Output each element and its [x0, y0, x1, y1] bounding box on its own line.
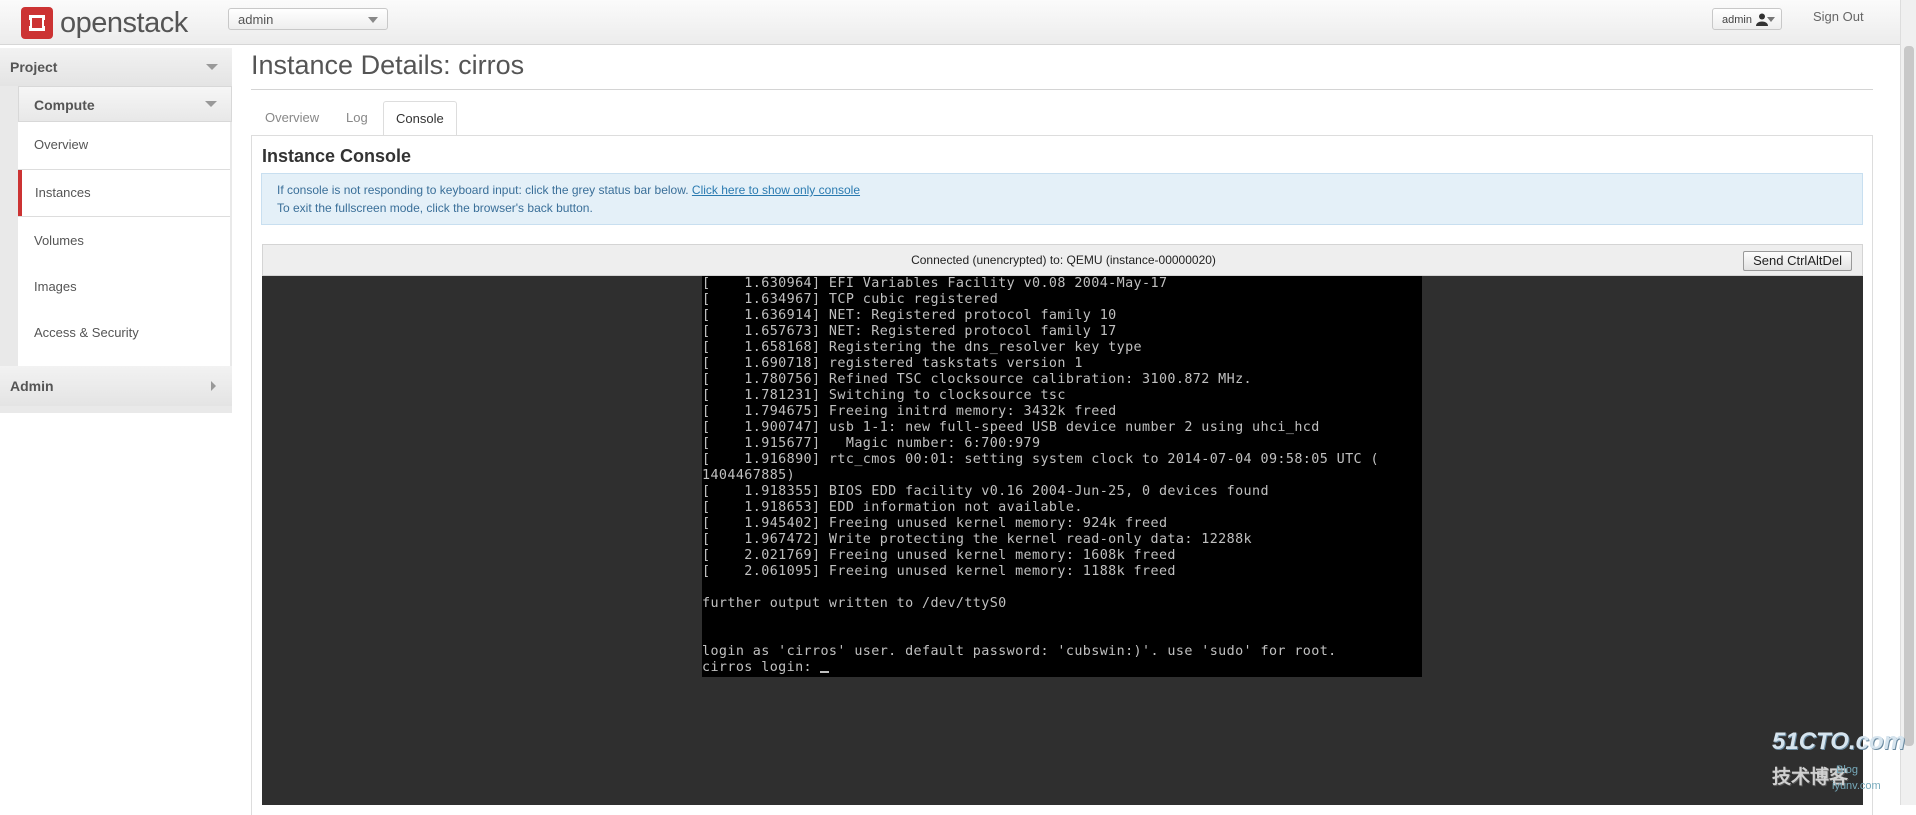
console-status-text: Connected (unencrypted) to: QEMU (instan…: [911, 253, 1216, 267]
tab-overview[interactable]: Overview: [265, 101, 319, 135]
send-ctrl-alt-del-button[interactable]: Send CtrlAltDel: [1743, 251, 1852, 271]
terminal-line: [ 1.657673] NET: Registered protocol fam…: [702, 324, 1117, 339]
info-line-2: To exit the fullscreen mode, click the b…: [277, 201, 593, 215]
brand-name: openstack: [60, 6, 188, 39]
console-status-bar[interactable]: Connected (unencrypted) to: QEMU (instan…: [262, 244, 1863, 276]
terminal-line: [ 1.780756] Refined TSC clocksource cali…: [702, 372, 1253, 387]
terminal-line: [ 2.021769] Freeing unused kernel memory…: [702, 548, 1176, 563]
terminal-line: [ 1.794675] Freeing initrd memory: 3432k…: [702, 404, 1117, 419]
sidebar-item-overview[interactable]: Overview: [18, 122, 230, 168]
terminal-line: further output written to /dev/ttyS0: [702, 596, 1007, 611]
terminal-line: [ 1.918355] BIOS EDD facility v0.16 2004…: [702, 484, 1269, 499]
show-only-console-link[interactable]: Click here to show only console: [692, 183, 860, 197]
openstack-logo-icon: [21, 7, 53, 39]
sidebar: Project Compute Overview Instances Volum…: [0, 48, 232, 413]
tab-log[interactable]: Log: [346, 101, 368, 135]
sidebar-item-images[interactable]: Images: [18, 264, 230, 310]
user-menu-label: admin: [1722, 14, 1752, 26]
sidebar-admin-label: Admin: [10, 378, 54, 394]
sidebar-panel-group-label: Compute: [34, 97, 95, 113]
sidebar-dashboard-admin[interactable]: Admin: [0, 366, 232, 406]
panel-title: Instance Console: [262, 146, 412, 166]
sidebar-item-instances[interactable]: Instances: [18, 170, 230, 216]
terminal-line: [ 1.918653] EDD information not availabl…: [702, 500, 1083, 515]
project-selector[interactable]: admin: [228, 8, 388, 30]
terminal-line: login as 'cirros' user. default password…: [702, 644, 1337, 659]
openstack-logo[interactable]: openstack: [20, 6, 188, 40]
page-scrollbar[interactable]: [1900, 0, 1916, 805]
info-line-1: If console is not responding to keyboard…: [277, 183, 689, 197]
terminal-line: [ 1.916890] rtc_cmos 00:01: setting syst…: [702, 452, 1379, 467]
chevron-down-icon: [206, 64, 218, 70]
scrollbar-thumb[interactable]: [1904, 46, 1914, 746]
vnc-console[interactable]: [ 1.630964] EFI Variables Facility v0.08…: [262, 276, 1863, 805]
watermark-line-4: iyunv.com: [1832, 780, 1881, 792]
terminal-screen[interactable]: [ 1.630964] EFI Variables Facility v0.08…: [702, 276, 1422, 677]
project-selector-value: admin: [238, 12, 274, 27]
sidebar-panel-group-compute[interactable]: Compute: [18, 86, 232, 122]
terminal-line: [ 1.900747] usb 1-1: new full-speed USB …: [702, 420, 1320, 435]
chevron-down-icon: [368, 17, 378, 23]
terminal-line: [ 2.061095] Freeing unused kernel memory…: [702, 564, 1176, 579]
sidebar-item-volumes[interactable]: Volumes: [18, 218, 230, 264]
sidebar-item-access-security[interactable]: Access & Security: [18, 310, 230, 356]
sidebar-dashboard-project[interactable]: Project: [0, 48, 232, 86]
watermark-line-3: Blog: [1836, 764, 1859, 776]
terminal-line: cirros login:: [702, 660, 1422, 676]
top-bar: openstack admin admin Sign Out: [0, 0, 1916, 45]
terminal-line: 1404467885): [702, 468, 796, 483]
chevron-down-icon: [205, 101, 217, 107]
sign-out-link[interactable]: Sign Out: [1813, 9, 1864, 24]
watermark-line-1: 51CTO.com: [1772, 728, 1905, 755]
terminal-line: [ 1.781231] Switching to clocksource tsc: [702, 388, 1066, 403]
terminal-line: [ 1.630964] EFI Variables Facility v0.08…: [702, 276, 1168, 291]
terminal-line: [ 1.915677] Magic number: 6:700:979: [702, 436, 1041, 451]
terminal-line: [ 1.967472] Write protecting the kernel …: [702, 532, 1253, 547]
terminal-cursor: [820, 671, 830, 673]
sidebar-dashboard-label: Project: [10, 59, 58, 75]
terminal-line: [ 1.658168] Registering the dns_resolver…: [702, 340, 1143, 355]
terminal-line: [ 1.634967] TCP cubic registered: [702, 292, 999, 307]
terminal-line: [ 1.690718] registered taskstats version…: [702, 356, 1083, 371]
page-title: Instance Details: cirros: [251, 50, 525, 80]
console-info-alert: If console is not responding to keyboard…: [261, 173, 1863, 225]
title-divider: [251, 89, 1873, 90]
tab-console[interactable]: Console: [383, 101, 457, 136]
watermark: 51CTO.com 技术博客 Blog iyunv.com: [1772, 728, 1905, 798]
chevron-right-icon: [211, 381, 216, 391]
chevron-down-icon: [1767, 17, 1775, 22]
terminal-line: [ 1.945402] Freeing unused kernel memory…: [702, 516, 1168, 531]
sidebar-nav-list: Overview Instances Volumes Images Access…: [18, 122, 230, 366]
terminal-line: [ 1.636914] NET: Registered protocol fam…: [702, 308, 1117, 323]
user-menu[interactable]: admin: [1712, 8, 1782, 30]
